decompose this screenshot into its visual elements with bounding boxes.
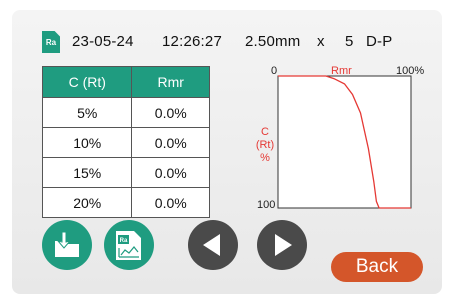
y-axis-label-c: C <box>261 126 269 138</box>
save-folder-button[interactable] <box>42 220 92 270</box>
y-tick-end: 100 <box>257 199 275 211</box>
triangle-left-icon <box>203 234 220 256</box>
x-axis-label: Rmr <box>331 65 352 77</box>
x-tick-start: 0 <box>271 65 277 77</box>
next-button[interactable] <box>257 220 307 270</box>
icon-ra-text: Ra <box>120 238 128 244</box>
chart-plot-area <box>277 75 412 209</box>
y-axis-label-pct: % <box>260 152 270 164</box>
back-button[interactable]: Back <box>331 252 423 282</box>
triangle-right-icon <box>275 234 292 256</box>
x-tick-end: 100% <box>396 65 424 77</box>
report-graph-icon: Ra <box>116 231 141 260</box>
previous-button[interactable] <box>188 220 238 270</box>
folder-download-icon <box>55 231 79 257</box>
ra-graph-button[interactable]: Ra <box>104 220 154 270</box>
y-axis-label-rt: (Rt) <box>256 139 274 151</box>
